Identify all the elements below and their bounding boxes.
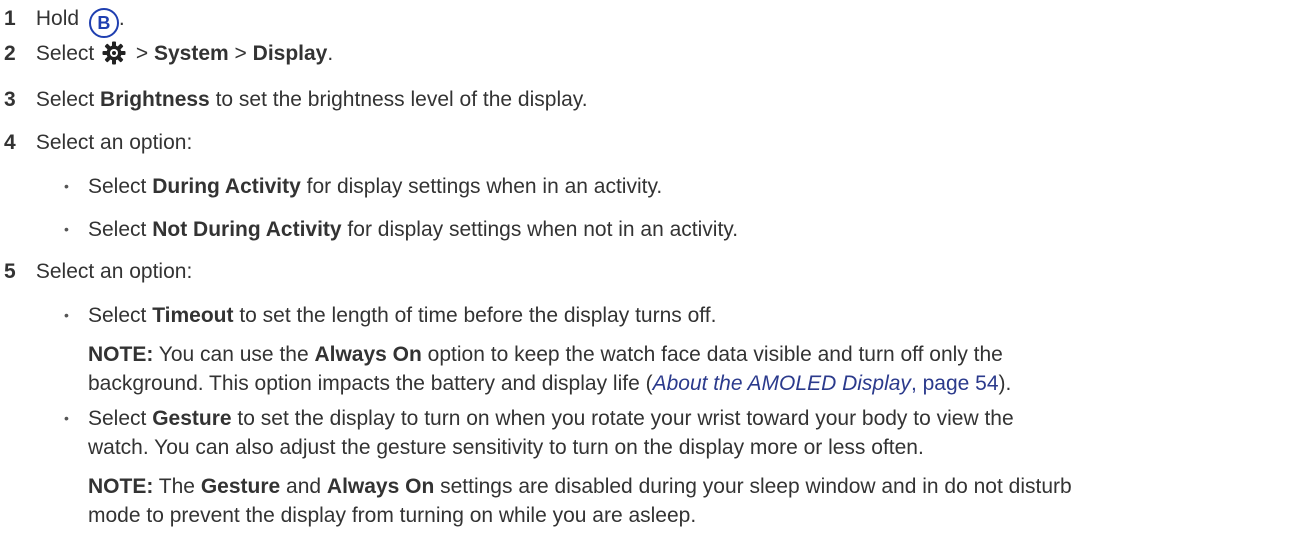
step-number: 3 bbox=[4, 88, 16, 111]
step-5: 5 Select an option: bbox=[4, 259, 192, 285]
note-always-on: NOTE: You can use the Always On option t… bbox=[88, 343, 1012, 395]
step-number: 4 bbox=[4, 131, 16, 154]
note-label: NOTE: bbox=[88, 343, 154, 366]
step-number: 2 bbox=[4, 42, 16, 65]
bullet-timeout: • Select Timeout to set the length of tim… bbox=[64, 304, 717, 327]
step-1: 1 Hold B. bbox=[4, 6, 125, 38]
bullet-icon: • bbox=[64, 410, 69, 426]
bullet-icon: • bbox=[64, 307, 69, 323]
menu-display: Display bbox=[252, 42, 328, 65]
bullet-gesture: • Select Gesture to set the display to tu… bbox=[64, 407, 1014, 430]
b-button-icon: B bbox=[88, 8, 119, 38]
step-text: Hold bbox=[35, 7, 80, 30]
step-3: 3 Select Brightness to set the brightnes… bbox=[4, 88, 588, 111]
step-text: Select an option: bbox=[35, 260, 193, 283]
step-number: 1 bbox=[4, 7, 16, 30]
bullet-during-activity: • Select During Activity for display sett… bbox=[64, 175, 663, 198]
note-line: mode to prevent the display from turning… bbox=[88, 504, 697, 527]
menu-system: System bbox=[154, 42, 229, 65]
note-gesture: NOTE: The Gesture and Always On settings… bbox=[88, 472, 1072, 530]
menu-brightness: Brightness bbox=[100, 88, 210, 111]
gear-icon bbox=[102, 41, 126, 72]
step-text: Select bbox=[35, 42, 95, 65]
bullet-not-during-activity: • Select Not During Activity for display … bbox=[64, 218, 739, 241]
amoled-display-link[interactable]: About the AMOLED Display, page 54 bbox=[653, 372, 999, 395]
step-2: 2 Select > System > Display. bbox=[4, 41, 333, 72]
step-number: 5 bbox=[4, 260, 16, 283]
step-4: 4 Select an option: bbox=[4, 130, 192, 156]
manual-page: 1 Hold B. 2 Select > System > Display. 3… bbox=[0, 0, 1313, 537]
bullet-icon: • bbox=[64, 178, 69, 194]
step-text: Select an option: bbox=[35, 131, 193, 154]
gesture-continuation: watch. You can also adjust the gesture s… bbox=[88, 436, 924, 459]
note-label: NOTE: bbox=[88, 475, 154, 498]
bullet-icon: • bbox=[64, 221, 69, 237]
